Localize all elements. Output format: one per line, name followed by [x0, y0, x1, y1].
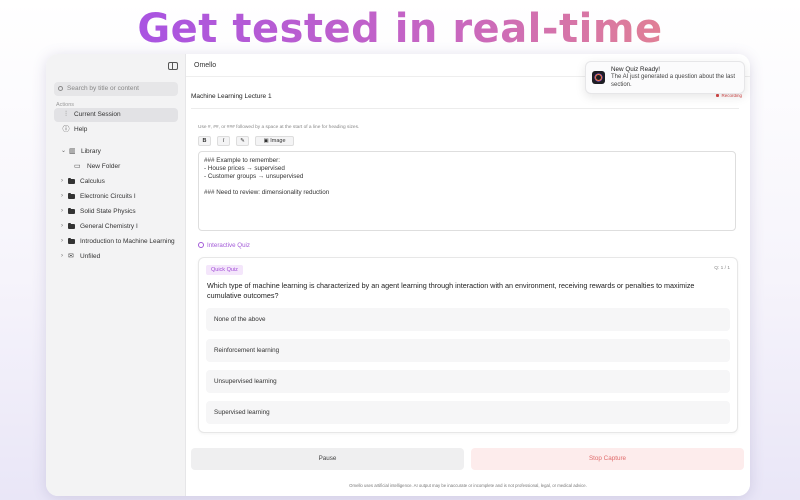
sidebar-toggle-icon[interactable] — [168, 62, 178, 70]
folder-item-electronic-circuits[interactable]: › Electronic Circuits I — [54, 190, 180, 203]
pen-icon: ✎ — [240, 138, 245, 144]
waveform-icon: ⫶ — [65, 111, 67, 118]
folder-icon — [68, 193, 75, 199]
chevron-down-icon: ⌄ — [61, 148, 67, 154]
quiz-option[interactable]: None of the above — [206, 308, 730, 331]
sidebar: Search by title or content Actions ⫶ Cur… — [46, 54, 186, 496]
quiz-icon — [198, 242, 204, 249]
main-panel: Omello Machine Learning Lecture 1 Record… — [186, 54, 750, 496]
chevron-right-icon: › — [61, 253, 63, 259]
search-input[interactable]: Search by title or content — [54, 82, 178, 96]
folder-item-solid-state-physics[interactable]: › Solid State Physics — [54, 205, 180, 218]
nav-help[interactable]: ⓘ Help — [54, 123, 178, 137]
search-icon — [58, 86, 63, 91]
library-icon: ▥ — [69, 148, 76, 155]
folder-icon — [68, 178, 75, 184]
search-placeholder: Search by title or content — [67, 85, 139, 92]
nav-help-label: Help — [74, 126, 88, 133]
notification-toast[interactable]: New Quiz Ready! The AI just generated a … — [585, 61, 745, 94]
quiz-option[interactable]: Reinforcement learning — [206, 339, 730, 362]
editor-line: - House prices → supervised — [204, 165, 285, 172]
new-folder-item[interactable]: ▭ New Folder — [54, 160, 180, 173]
app-window: Search by title or content Actions ⫶ Cur… — [46, 54, 750, 496]
image-button-label: Image — [270, 138, 286, 144]
quiz-option[interactable]: Unsupervised learning — [206, 370, 730, 393]
folder-label: Introduction to Machine Learning — [80, 238, 175, 245]
pause-button[interactable]: Pause — [191, 448, 464, 470]
interactive-quiz-header: Interactive Quiz — [198, 242, 250, 249]
italic-button[interactable]: I — [217, 136, 230, 146]
recording-dot-icon — [716, 94, 720, 98]
document-title: Machine Learning Lecture 1 — [191, 93, 272, 100]
chevron-right-icon: › — [61, 238, 63, 244]
quiz-counter: Q: 1 / 1 — [714, 266, 730, 271]
inbox-icon: ✉ — [68, 253, 74, 260]
editor-line: ### Example to remember: — [204, 157, 280, 164]
new-folder-icon: ▭ — [74, 163, 81, 170]
library-header[interactable]: ⌄ ▥ Library — [54, 145, 180, 158]
library-label: Library — [81, 148, 101, 155]
folder-label: Solid State Physics — [80, 208, 136, 215]
notes-editor[interactable]: ### Example to remember: - House prices … — [198, 151, 736, 231]
folder-icon — [68, 208, 75, 214]
nav-current-session-label: Current Session — [74, 111, 121, 118]
chevron-right-icon: › — [61, 208, 63, 214]
notification-body: The AI just generated a question about t… — [611, 74, 736, 88]
interactive-quiz-label: Interactive Quiz — [207, 242, 250, 249]
headline: Get tested in real-time — [0, 6, 800, 52]
folder-label: Unfiled — [80, 253, 101, 260]
chevron-right-icon: › — [61, 193, 63, 199]
folder-label: General Chemistry I — [80, 223, 138, 230]
help-icon: ⓘ — [62, 126, 70, 133]
editor-line: - Customer groups → unsupervised — [204, 173, 304, 180]
stop-capture-button[interactable]: Stop Capture — [471, 448, 744, 470]
app-logo-icon — [592, 71, 605, 84]
bold-button[interactable]: B — [198, 136, 211, 146]
highlight-button[interactable]: ✎ — [236, 136, 249, 146]
image-icon: ▣ — [263, 138, 269, 144]
image-button[interactable]: ▣ Image — [255, 136, 294, 146]
folder-icon — [68, 223, 75, 229]
app-title: Omello — [194, 62, 217, 69]
folder-item-unfiled[interactable]: › ✉ Unfiled — [54, 250, 180, 263]
folder-item-general-chemistry[interactable]: › General Chemistry I — [54, 220, 180, 233]
editor-line: ### Need to review: dimensionality reduc… — [204, 189, 330, 196]
folder-label: Electronic Circuits I — [80, 193, 136, 200]
folder-icon — [68, 238, 75, 244]
folder-item-calculus[interactable]: › Calculus — [54, 175, 180, 188]
quiz-card: Quick Quiz Q: 1 / 1 Which type of machin… — [198, 257, 738, 433]
folder-item-intro-ml[interactable]: › Introduction to Machine Learning — [54, 235, 180, 248]
new-folder-label: New Folder — [87, 163, 121, 170]
heading-hint: Use #, ##, or ### followed by a space at… — [198, 125, 360, 130]
quiz-option[interactable]: Supervised learning — [206, 401, 730, 424]
nav-current-session[interactable]: ⫶ Current Session — [54, 108, 178, 122]
divider — [191, 108, 739, 109]
folder-label: Calculus — [80, 178, 105, 185]
chevron-right-icon: › — [61, 178, 63, 184]
chevron-right-icon: › — [61, 223, 63, 229]
quiz-badge: Quick Quiz — [206, 265, 243, 275]
notification-title: New Quiz Ready! — [611, 66, 660, 73]
ai-disclaimer: Omello uses artificial intelligence. AI … — [349, 483, 587, 488]
quiz-question: Which type of machine learning is charac… — [207, 281, 695, 300]
